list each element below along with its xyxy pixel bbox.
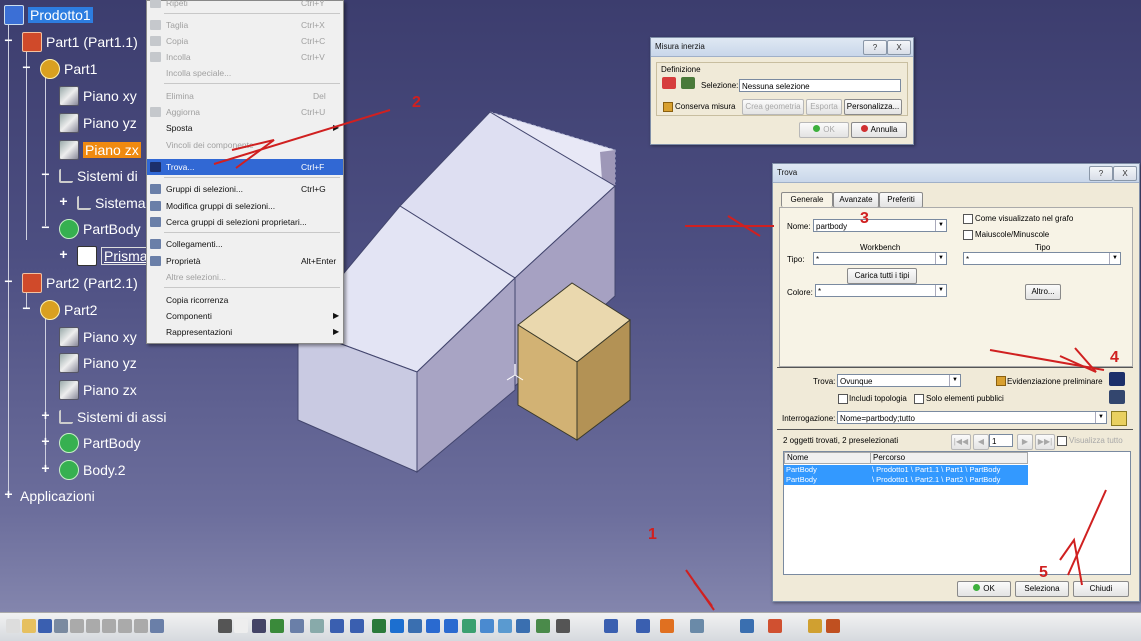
annotation-arrows bbox=[213, 109, 1107, 611]
save-icon[interactable] bbox=[38, 619, 52, 633]
comment-icon[interactable] bbox=[234, 619, 248, 633]
update-icon[interactable] bbox=[690, 619, 704, 633]
new-icon[interactable] bbox=[6, 619, 20, 633]
swap-icon[interactable] bbox=[536, 619, 550, 633]
paste-icon[interactable] bbox=[102, 619, 116, 633]
snap-icon[interactable] bbox=[270, 619, 284, 633]
tree-icon[interactable] bbox=[350, 619, 364, 633]
grid-icon[interactable] bbox=[252, 619, 266, 633]
material-icon[interactable] bbox=[310, 619, 324, 633]
render-icon[interactable] bbox=[768, 619, 782, 633]
annotation-layer bbox=[213, 109, 1107, 611]
rotate-icon[interactable] bbox=[408, 619, 422, 633]
open-icon[interactable] bbox=[22, 619, 36, 633]
annotation-label: 2 bbox=[412, 94, 421, 111]
pan-icon[interactable] bbox=[390, 619, 404, 633]
undo-icon[interactable] bbox=[118, 619, 132, 633]
print-icon[interactable] bbox=[54, 619, 68, 633]
whats-this-icon[interactable] bbox=[150, 619, 164, 633]
fit-all-icon[interactable] bbox=[372, 619, 386, 633]
light-icon[interactable] bbox=[808, 619, 822, 633]
measure-item-icon[interactable] bbox=[660, 619, 674, 633]
hide-show-icon[interactable] bbox=[516, 619, 530, 633]
grid-view-icon[interactable] bbox=[826, 619, 840, 633]
measure-inertia-icon[interactable] bbox=[604, 619, 618, 633]
annotation-label: 3 bbox=[860, 210, 869, 227]
annotation-label: 1 bbox=[648, 526, 657, 543]
bottom-toolbar bbox=[0, 612, 1141, 641]
iso-view-icon[interactable] bbox=[480, 619, 494, 633]
catalog-icon[interactable] bbox=[290, 619, 304, 633]
zoom-in-icon[interactable] bbox=[426, 619, 440, 633]
measure-icon[interactable] bbox=[330, 619, 344, 633]
cut-icon[interactable] bbox=[70, 619, 84, 633]
view-mode-icon[interactable] bbox=[498, 619, 512, 633]
annotation-label: 4 bbox=[1110, 349, 1119, 366]
camera-icon[interactable] bbox=[556, 619, 570, 633]
copy-icon[interactable] bbox=[86, 619, 100, 633]
normal-view-icon[interactable] bbox=[462, 619, 476, 633]
zoom-out-icon[interactable] bbox=[444, 619, 458, 633]
redo-icon[interactable] bbox=[134, 619, 148, 633]
annotation-label: 5 bbox=[1039, 564, 1048, 581]
formula-icon[interactable] bbox=[218, 619, 232, 633]
apply-material-icon[interactable] bbox=[740, 619, 754, 633]
measure-between-icon[interactable] bbox=[636, 619, 650, 633]
